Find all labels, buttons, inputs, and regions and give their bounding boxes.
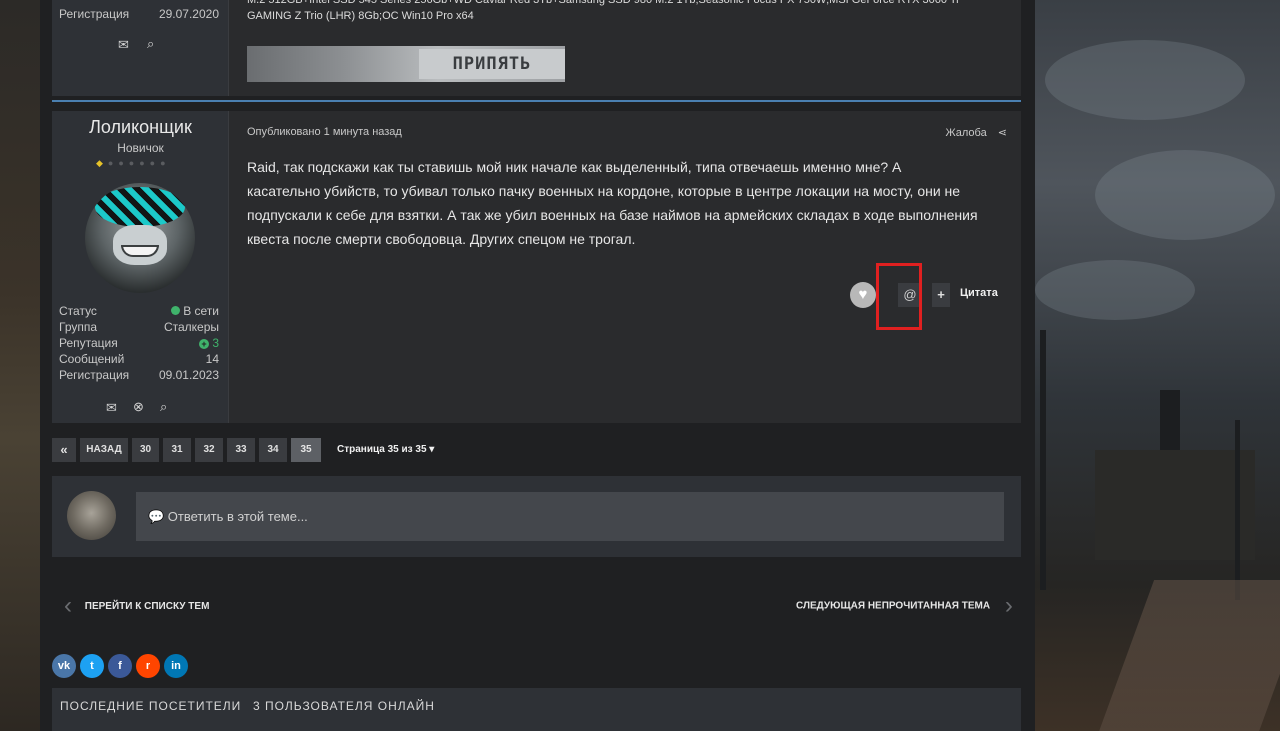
multiquote-button[interactable]: +: [932, 283, 950, 307]
reg-value: 29.07.2020: [158, 7, 219, 21]
heart-icon[interactable]: ♥: [850, 282, 876, 308]
rank-stars: ◆●●●●●●: [96, 158, 171, 168]
post-separator: [52, 100, 1021, 102]
report-label[interactable]: Жалоба: [945, 127, 986, 139]
status-label: Статус: [59, 304, 97, 318]
chevron-right-icon: ›: [1004, 592, 1013, 619]
next-unread-link[interactable]: СЛЕДУЮЩАЯ НЕПРОЧИТАННАЯ ТЕМА ›: [796, 592, 1013, 620]
reg-value: 09.01.2023: [158, 368, 219, 382]
online-users-title[interactable]: 3 ПОЛЬЗОВАТЕЛЯ ОНЛАЙН: [253, 699, 435, 713]
group-label: Группа: [59, 320, 98, 334]
posts-label: Сообщений: [59, 352, 125, 366]
posts-row: Сообщений 14: [59, 352, 219, 366]
page-jump-dropdown[interactable]: Страница 35 из 35 ▾: [337, 444, 434, 455]
signature-banner: ПРИПЯТЬ: [247, 46, 565, 82]
back-to-topics-link[interactable]: ‹ ПЕРЕЙТИ К СПИСКУ ТЕМ: [64, 592, 209, 620]
background-left: [0, 0, 40, 731]
specs-line-1: M.2 512GB+Intel SSD 545 Series 256Gb+WD …: [247, 0, 959, 6]
reddit-icon[interactable]: r: [136, 654, 160, 678]
author-column: Лоликонщик Новичок ◆●●●●●● Статус В сети…: [52, 111, 229, 423]
reg-label: Регистрация: [59, 7, 130, 21]
reg-row: Регистрация 29.07.2020: [59, 7, 219, 21]
specs-line-2: GAMING Z Trio (LHR) 8Gb;OC Win10 Pro x64: [247, 10, 474, 22]
plus-circle-icon: +: [198, 339, 209, 349]
author-name[interactable]: Лоликонщик: [52, 117, 229, 138]
rep-row: Репутация + 3: [59, 336, 219, 350]
page-button[interactable]: 31: [163, 438, 191, 462]
search-icon[interactable]: ⌕: [147, 36, 154, 52]
quote-button[interactable]: Цитата: [960, 287, 998, 299]
search-icon[interactable]: ⌕: [160, 399, 167, 415]
status-value: В сети: [171, 304, 219, 318]
page-button[interactable]: 33: [227, 438, 255, 462]
share-icon[interactable]: ⋖: [998, 127, 1007, 139]
highlight-box: [876, 263, 922, 330]
first-page-button[interactable]: «: [52, 438, 76, 462]
banner-sign: ПРИПЯТЬ: [419, 49, 565, 79]
posts-value: 14: [205, 352, 219, 366]
post-body: Raid, так подскажи как ты ставишь мой ни…: [247, 155, 1017, 251]
recent-visitors-title[interactable]: ПОСЛЕДНИЕ ПОСЕТИТЕЛИ: [60, 699, 241, 713]
post-body-line: Raid, так подскажи как ты ставишь мой ни…: [247, 159, 902, 175]
reply-input[interactable]: 💬 Ответить в этой теме...: [136, 492, 1004, 541]
facebook-icon[interactable]: f: [108, 654, 132, 678]
page-button[interactable]: 34: [259, 438, 287, 462]
previous-post: Регистрация 29.07.2020 ✉ ⌕ M.2 512GB+Int…: [52, 0, 1021, 96]
post-meta[interactable]: Опубликовано 1 минута назад: [247, 126, 402, 138]
recent-visitors: ПОСЛЕДНИЕ ПОСЕТИТЕЛИ 3 ПОЛЬЗОВАТЕЛЯ ОНЛА…: [52, 688, 1021, 731]
envelope-icon[interactable]: ✉: [118, 37, 129, 53]
rep-value: + 3: [198, 336, 219, 350]
post-body-line: подпускали к себе для взятки. А так же у…: [247, 207, 978, 223]
block-icon[interactable]: ⊗: [133, 399, 144, 415]
page-button[interactable]: 30: [132, 438, 159, 462]
background-scenery: [1035, 0, 1280, 731]
reply-box: 💬 Ответить в этой теме...: [52, 476, 1021, 557]
signature-specs: M.2 512GB+Intel SSD 545 Series 256Gb+WD …: [247, 0, 1007, 24]
reg-row: Регистрация 09.01.2023: [59, 368, 219, 382]
post-body-line: касательно убийств, то убивал только пач…: [247, 183, 961, 199]
author-rank: Новичок: [117, 141, 164, 155]
avatar: [67, 491, 116, 540]
linkedin-icon[interactable]: in: [164, 654, 188, 678]
status-row: Статус В сети: [59, 304, 219, 318]
online-icon: [171, 306, 181, 315]
group-row: Группа Сталкеры: [59, 320, 219, 334]
back-button[interactable]: НАЗАД: [80, 438, 128, 462]
group-value: Сталкеры: [163, 320, 219, 334]
chevron-left-icon: ‹: [64, 592, 72, 619]
vk-icon[interactable]: vk: [52, 654, 76, 678]
post-body-line: квеста после смерти свободовца. Других с…: [247, 231, 636, 247]
page-button[interactable]: 32: [195, 438, 223, 462]
author-column: Регистрация 29.07.2020 ✉ ⌕: [52, 0, 229, 96]
envelope-icon[interactable]: ✉: [106, 400, 117, 416]
avatar[interactable]: [85, 183, 195, 293]
reg-label: Регистрация: [59, 368, 130, 382]
report-link[interactable]: Жалоба ⋖: [945, 126, 1007, 139]
page-button-current[interactable]: 35: [291, 438, 321, 462]
rep-label: Репутация: [59, 336, 118, 350]
twitter-icon[interactable]: t: [80, 654, 104, 678]
